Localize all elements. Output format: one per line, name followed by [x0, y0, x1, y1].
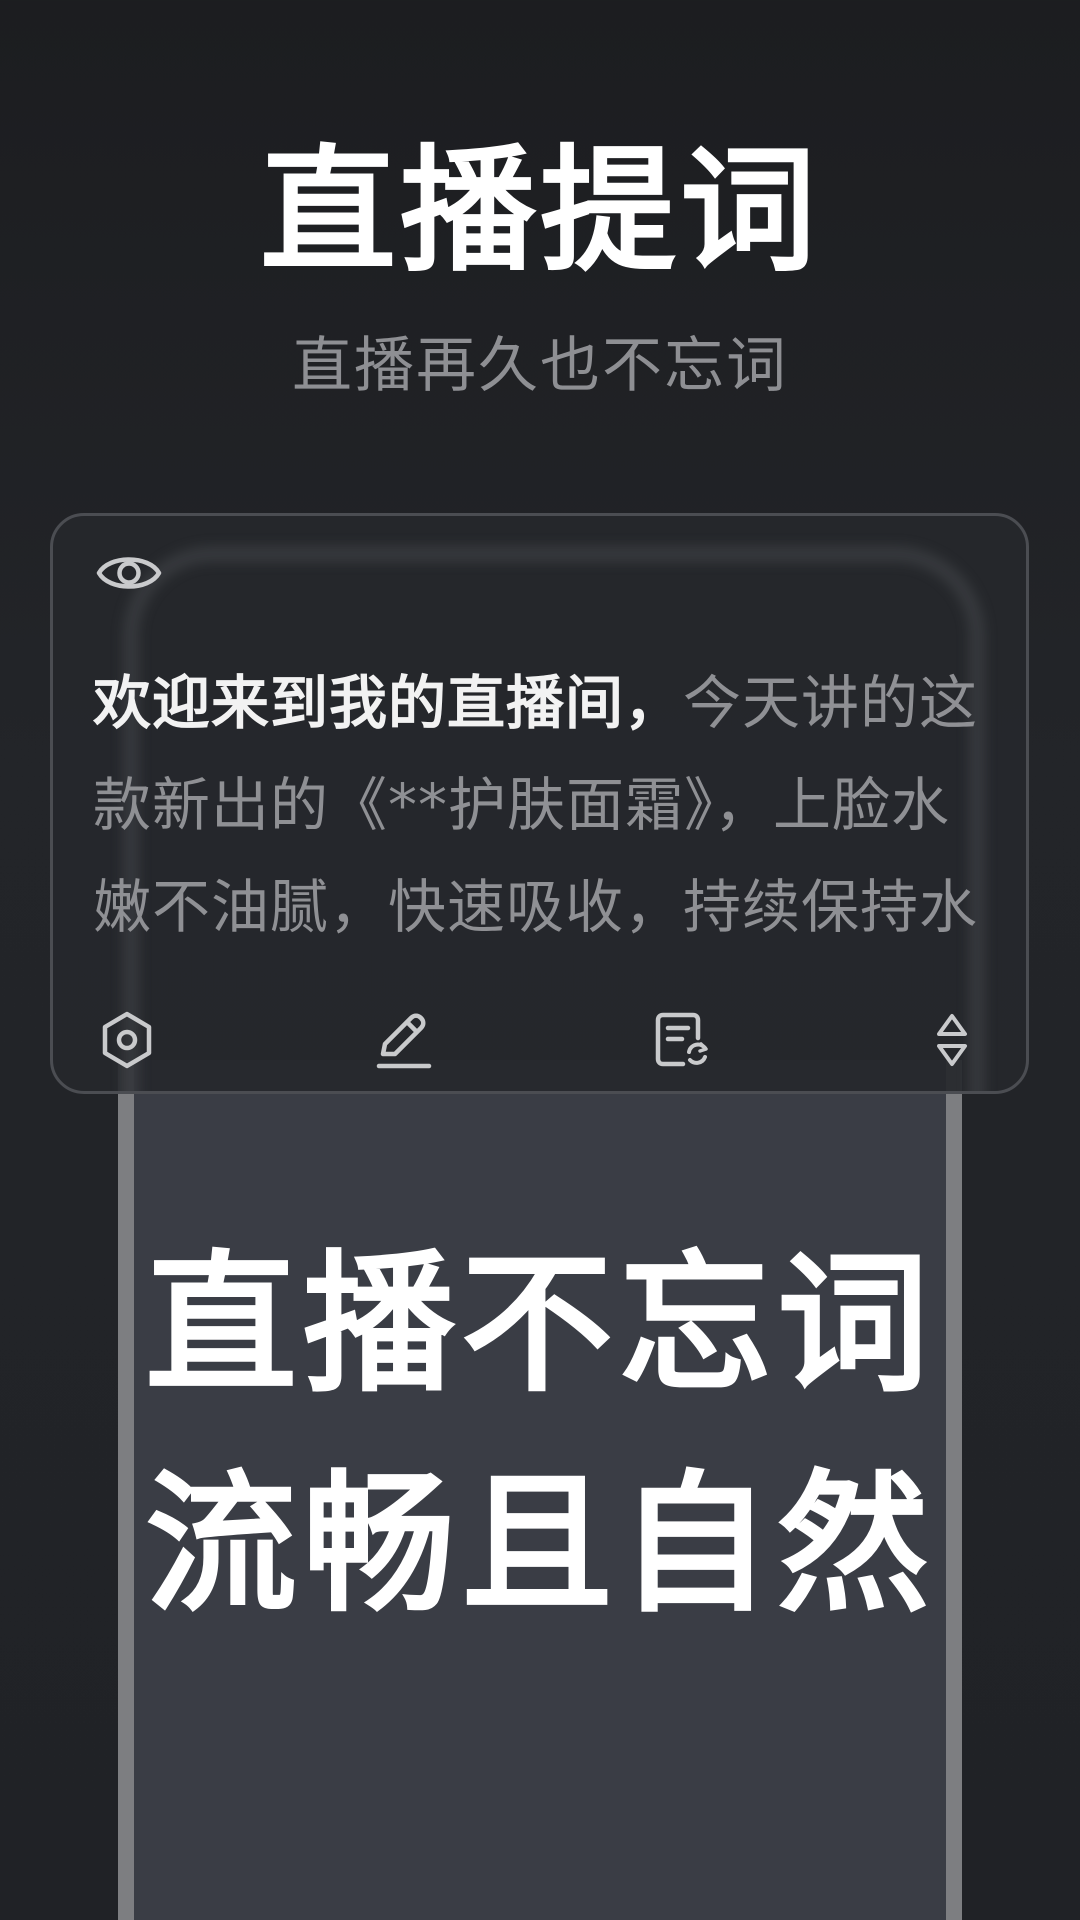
pencil-icon[interactable] [371, 1008, 435, 1072]
phone-screen-line-1: 直播不忘词 [145, 1236, 935, 1413]
phone-screen-line-2: 流畅且自然 [145, 1456, 935, 1633]
headline: 直播提词 [260, 133, 820, 291]
subheadline: 直播再久也不忘词 [292, 331, 788, 401]
document-refresh-icon[interactable] [649, 1008, 713, 1072]
script-read-text: 欢迎来到我的直播间， [93, 669, 684, 737]
eye-icon[interactable] [95, 546, 163, 600]
hexagon-settings-icon[interactable] [95, 1008, 159, 1072]
prompter-script: 欢迎来到我的直播间，今天讲的这款新出的《**护肤面霜》，上脸水嫩不油腻，快速吸收… [93, 652, 993, 966]
up-down-arrows-icon[interactable] [929, 1008, 975, 1072]
teleprompter-panel[interactable]: 欢迎来到我的直播间，今天讲的这款新出的《**护肤面霜》，上脸水嫩不油腻，快速吸收… [50, 513, 1029, 1094]
phone-mockup: 直播不忘词 流畅且自然 [118, 1060, 962, 1920]
